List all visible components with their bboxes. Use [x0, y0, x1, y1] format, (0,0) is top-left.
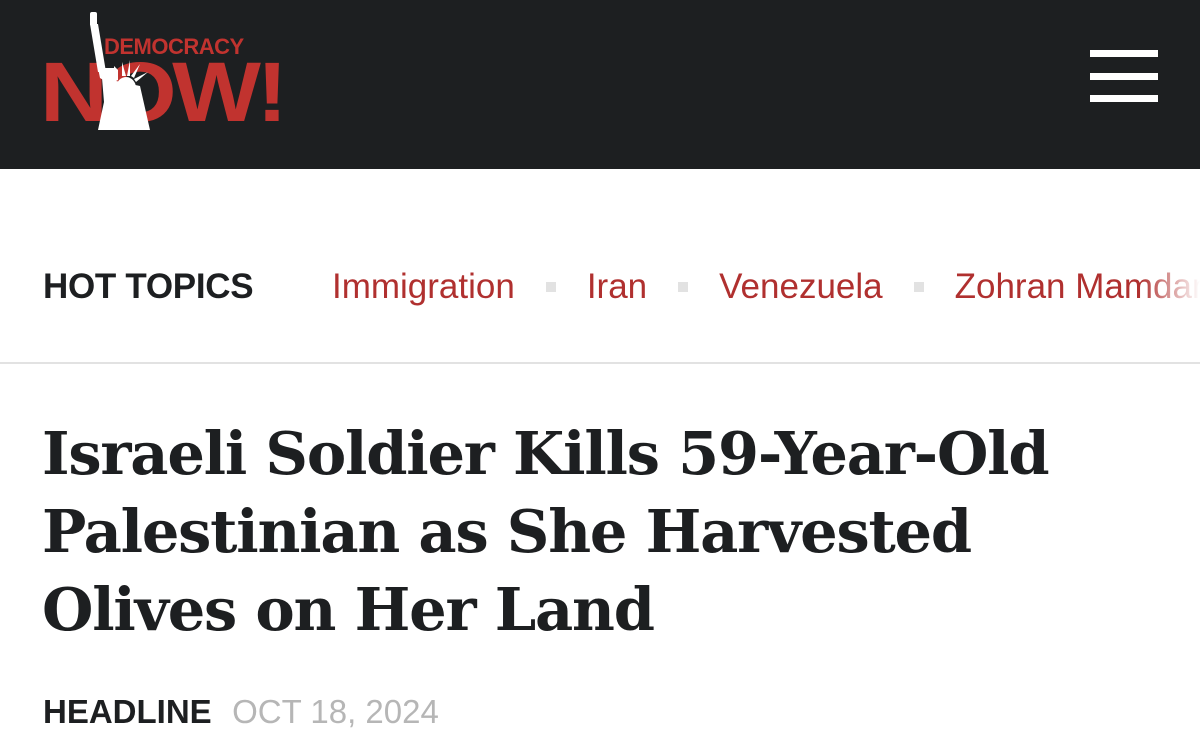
- article-meta: HEADLINE OCT 18, 2024: [43, 693, 439, 731]
- hot-topics-label: HOT TOPICS: [43, 267, 254, 306]
- topic-immigration[interactable]: Immigration: [332, 267, 515, 307]
- hamburger-menu-icon: [1090, 50, 1158, 57]
- topic-separator: [545, 282, 556, 292]
- topic-iran[interactable]: Iran: [587, 267, 647, 307]
- site-header: NOW! DEMOCRACY: [0, 0, 1200, 169]
- hot-topics-list: Immigration Iran Venezuela Zohran Mamdan…: [332, 267, 1200, 307]
- article-date: OCT 18, 2024: [232, 693, 439, 730]
- article-title[interactable]: Israeli Soldier Kills 59-Year-Old Palest…: [42, 415, 1172, 649]
- topic-venezuela[interactable]: Venezuela: [719, 267, 882, 307]
- menu-button[interactable]: [1090, 50, 1158, 102]
- topics-overflow-fade: [1140, 259, 1200, 319]
- topic-separator: [913, 282, 924, 292]
- article-type[interactable]: HEADLINE: [43, 693, 212, 730]
- statue-of-liberty-icon: [90, 12, 150, 130]
- democracy-now-logo[interactable]: NOW! DEMOCRACY: [40, 6, 288, 134]
- menu-bar-bottom: [1090, 95, 1158, 102]
- hot-topics-bar: HOT TOPICS Immigration Iran Venezuela Zo…: [0, 169, 1200, 364]
- menu-bar-middle: [1090, 72, 1158, 80]
- topic-separator: [678, 282, 689, 292]
